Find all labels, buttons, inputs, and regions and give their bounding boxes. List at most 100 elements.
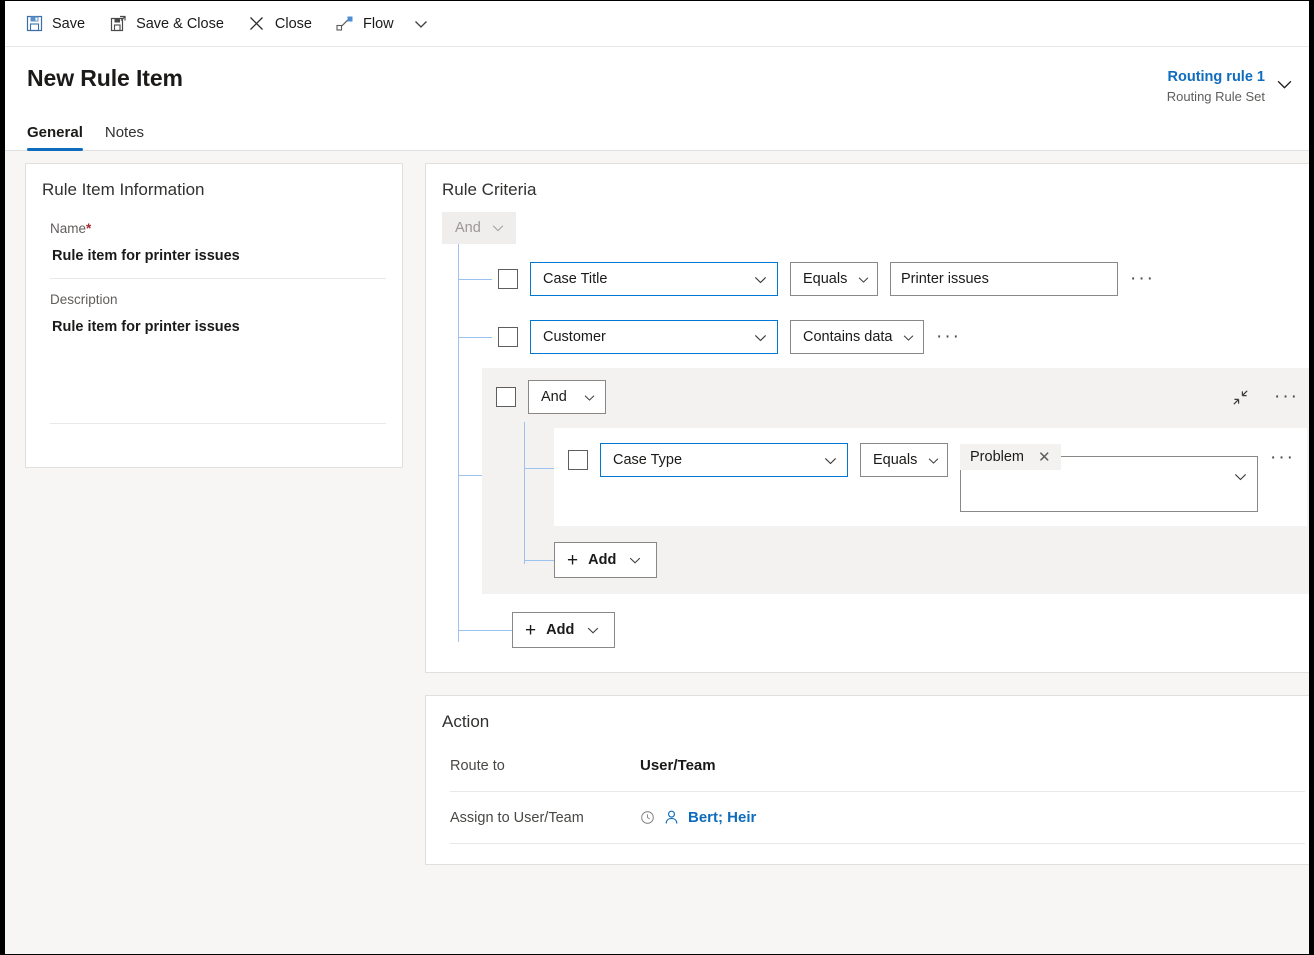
tree-stub-line: [458, 279, 492, 280]
criteria-group-more-button[interactable]: ···: [1274, 387, 1299, 406]
criteria-row-2-more-button[interactable]: ···: [936, 327, 961, 346]
route-to-label: Route to: [450, 757, 505, 774]
header-expand-button[interactable]: [1271, 67, 1297, 101]
criteria-group-row-1-checkbox[interactable]: [568, 450, 588, 470]
criteria-group-row-1-field-dropdown[interactable]: Case Type: [600, 443, 848, 477]
chevron-down-icon: [583, 391, 596, 404]
command-bar-overflow-button[interactable]: [406, 6, 436, 42]
action-card: Action Route to User/Team Assign to User…: [425, 695, 1309, 865]
criteria-group-row-1-operator-dropdown[interactable]: Equals: [860, 443, 948, 477]
rule-item-information-title: Rule Item Information: [42, 180, 205, 199]
plus-icon: +: [567, 549, 579, 571]
criteria-group-box: And ··· Case Type Equals Problem ✕ ··· +…: [482, 368, 1309, 594]
save-button-label: Save: [52, 15, 86, 32]
assign-to-value[interactable]: Bert; Heir: [640, 809, 756, 826]
close-x-icon: [248, 15, 266, 33]
chevron-down-icon: [628, 553, 642, 567]
form-header: New Rule Item Routing rule 1 Routing Rul…: [5, 47, 1309, 151]
chevron-down-icon: [857, 273, 870, 286]
value-chip-problem: Problem ✕: [960, 444, 1061, 470]
criteria-row-1-value-input[interactable]: Printer issues: [890, 262, 1118, 296]
criteria-row-1-value-text: Printer issues: [901, 271, 989, 287]
tab-notes[interactable]: Notes: [105, 124, 144, 150]
assign-to-link-text[interactable]: Bert; Heir: [688, 809, 756, 826]
close-button-label: Close: [274, 15, 312, 32]
action-title: Action: [442, 712, 490, 731]
left-column: Rule Item Information Name* Rule item fo…: [25, 163, 403, 954]
criteria-group-operator-label: And: [541, 389, 567, 405]
tree-stub-line: [524, 560, 554, 561]
criteria-row-1: Case Title Equals Printer issues ···: [458, 244, 1309, 296]
collapse-diagonal-icon: [1231, 388, 1250, 407]
save-and-close-button-label: Save & Close: [136, 15, 224, 32]
chevron-down-icon: [1276, 76, 1293, 93]
criteria-row-2-operator-label: Contains data: [803, 329, 893, 345]
criteria-tree: Case Title Equals Printer issues ··· Cus…: [458, 244, 1309, 648]
chevron-down-icon: [753, 330, 768, 345]
chevron-down-icon: [927, 454, 940, 467]
name-value[interactable]: Rule item for printer issues: [50, 240, 386, 278]
tree-stub-line: [458, 630, 512, 631]
description-label: Description: [50, 292, 118, 307]
criteria-row-2-field-dropdown[interactable]: Customer: [530, 320, 778, 354]
criteria-group-row-1-operator-label: Equals: [873, 452, 918, 468]
criteria-row-2-operator-dropdown[interactable]: Contains data: [790, 320, 924, 354]
criteria-group: And ··· Case Type Equals Problem ✕ ··· +…: [458, 368, 1309, 594]
criteria-row-2-field-label: Customer: [543, 329, 606, 345]
assign-to-row: Assign to User/Team Bert; Heir: [450, 792, 1305, 844]
route-to-row: Route to User/Team: [450, 740, 1305, 792]
criteria-group-row-1-box: Case Type Equals Problem ✕ ···: [554, 428, 1307, 526]
criteria-row-1-more-button[interactable]: ···: [1130, 269, 1155, 288]
rule-item-information-card: Rule Item Information Name* Rule item fo…: [25, 163, 403, 468]
criteria-group-row-1-value-multiselect[interactable]: Problem ✕: [960, 444, 1258, 512]
criteria-add-label: Add: [546, 622, 575, 638]
context-entity-label: Routing Rule Set: [1166, 89, 1265, 104]
rule-criteria-builder: And Case Title Equals Printer issues ···…: [426, 200, 1309, 648]
criteria-row-2: Customer Contains data ···: [458, 296, 1309, 354]
criteria-add-button[interactable]: + Add: [512, 612, 616, 648]
recent-clock-icon: [640, 810, 655, 825]
name-label: Name*: [50, 221, 92, 236]
criteria-row-1-checkbox[interactable]: [498, 269, 518, 289]
criteria-group-add-button[interactable]: + Add: [554, 542, 658, 578]
criteria-row-1-operator-dropdown[interactable]: Equals: [790, 262, 878, 296]
close-icon[interactable]: ✕: [1038, 450, 1051, 465]
criteria-group-checkbox[interactable]: [496, 387, 516, 407]
name-field: Name* Rule item for printer issues: [50, 208, 386, 279]
route-to-value[interactable]: User/Team: [640, 757, 716, 774]
tree-stub-line: [524, 468, 554, 469]
criteria-group-row-1: Case Type Equals Problem ✕ ···: [524, 416, 1307, 526]
form-body: Rule Item Information Name* Rule item fo…: [5, 151, 1309, 954]
description-field: Description Rule item for printer issues: [50, 279, 386, 424]
criteria-group-row-1-more-button[interactable]: ···: [1270, 448, 1295, 467]
plus-icon: +: [525, 619, 537, 641]
form-tabs: General Notes: [5, 106, 1309, 151]
criteria-group-header: And ···: [496, 380, 1307, 414]
criteria-add-branch: + Add: [458, 594, 1309, 648]
close-button[interactable]: Close: [236, 6, 324, 42]
description-value[interactable]: Rule item for printer issues: [50, 311, 386, 423]
person-icon: [663, 809, 680, 826]
chevron-down-icon: [753, 272, 768, 287]
criteria-row-1-field-dropdown[interactable]: Case Title: [530, 262, 778, 296]
tab-general[interactable]: General: [27, 124, 83, 151]
context-record-link[interactable]: Routing rule 1: [1167, 67, 1265, 87]
tree-stub-line: [458, 337, 492, 338]
criteria-row-2-checkbox[interactable]: [498, 327, 518, 347]
save-icon: [25, 15, 43, 33]
tab-notes-label: Notes: [104, 124, 145, 141]
rule-criteria-card: Rule Criteria And Case Title Equals Prin…: [425, 163, 1309, 673]
root-logical-operator-dropdown[interactable]: And: [442, 212, 516, 244]
chevron-down-icon: [491, 221, 505, 235]
value-chip-label: Problem: [970, 449, 1024, 465]
criteria-group-operator-dropdown[interactable]: And: [528, 380, 606, 414]
criteria-row-1-field-label: Case Title: [543, 271, 608, 287]
assign-to-label: Assign to User/Team: [450, 809, 584, 826]
save-and-close-button[interactable]: Save & Close: [97, 6, 236, 42]
flow-button[interactable]: Flow: [324, 6, 406, 42]
criteria-group-tree: Case Type Equals Problem ✕ ··· + Add: [524, 416, 1307, 578]
chevron-down-icon[interactable]: [1233, 469, 1248, 484]
criteria-group-collapse-button[interactable]: [1231, 388, 1250, 407]
save-button[interactable]: Save: [13, 6, 97, 42]
save-and-close-icon: [109, 15, 127, 33]
